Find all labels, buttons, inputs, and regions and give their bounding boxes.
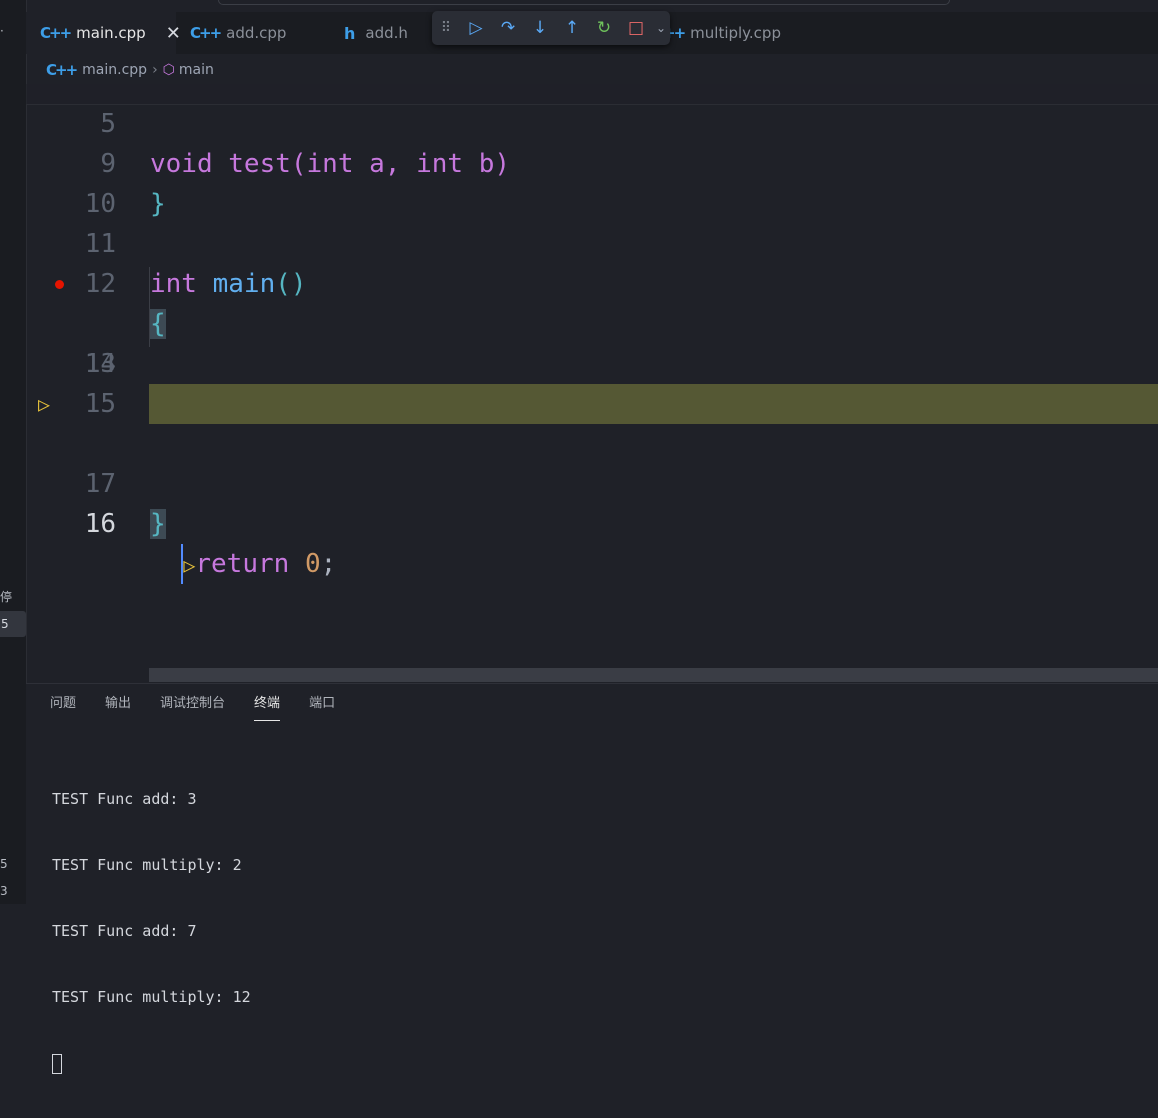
strip-text: 5 [0, 857, 8, 871]
strip-badge[interactable]: 5 [0, 611, 26, 637]
tab-multiply-cpp[interactable]: C++ multiply.cpp [654, 12, 781, 54]
code-line: 9 } [26, 104, 1158, 219]
current-execution-line: ▷ 16 ▷return 0; [26, 384, 1158, 584]
terminal-line: TEST Func multiply: 12 [52, 988, 251, 1006]
step-over-icon[interactable]: ↷ [492, 18, 524, 38]
chevron-right-icon: › [152, 62, 158, 78]
terminal-output[interactable]: TEST Func add: 3 TEST Func multiply: 2 T… [52, 744, 251, 1118]
continue-icon[interactable]: ▷ [460, 18, 492, 38]
terminal-line: TEST Func add: 7 [52, 922, 197, 940]
code-editor[interactable]: 5 void test(int a, int b) 9 } 10 11 int … [26, 84, 1158, 668]
inline-arrow-icon: ▷ [183, 553, 196, 577]
code-line: 12 { [26, 224, 1158, 339]
code-line: 11 int main() [26, 184, 1158, 299]
brace: } [150, 509, 166, 539]
tab-label: add.cpp [226, 24, 287, 42]
code-line: 13 test(a: 1, b: 2); [26, 264, 1158, 419]
strip-text: 3 [0, 884, 8, 898]
tab-output[interactable]: 输出 [105, 684, 131, 720]
sticky-scroll-shadow [26, 84, 1158, 105]
line-number: 17 [84, 469, 116, 499]
terminal-cursor [52, 1053, 62, 1074]
breadcrumb-file[interactable]: C++ main.cpp [46, 61, 147, 79]
close-icon[interactable]: ✕ [166, 23, 181, 44]
indent-guide [149, 267, 150, 347]
debug-toolbar: ⠿ ▷ ↷ ↓ ↑ ↻ □ ⌄ [432, 11, 670, 45]
code-line: 17 } [26, 424, 1158, 539]
activity-strip: · 停 5 5 3 [0, 0, 27, 904]
terminal-line: TEST Func multiply: 2 [52, 856, 242, 874]
debug-arrow-icon: ▷ [38, 392, 51, 416]
header-file-icon: h [344, 23, 356, 43]
tab-add-h[interactable]: h add.h [344, 12, 408, 54]
breakpoint[interactable] [39, 264, 64, 304]
cpp-file-icon: C++ [46, 61, 78, 79]
tab-debug-console[interactable]: 调试控制台 [160, 684, 225, 720]
restart-icon[interactable]: ↻ [588, 18, 620, 38]
tab-label: add.h [365, 24, 408, 42]
strip-text: · [0, 24, 4, 38]
chevron-down-icon[interactable]: ⌄ [652, 21, 670, 35]
grip-icon[interactable]: ⠿ [432, 20, 460, 36]
tab-problems[interactable]: 问题 [50, 684, 76, 720]
tab-ports[interactable]: 端口 [309, 684, 335, 720]
breadcrumb-symbol-label: main [178, 62, 214, 78]
cube-icon: ⬡ [162, 62, 175, 78]
code-line: 14 test(a: 3, b: 4); [26, 304, 1158, 419]
tab-label: multiply.cpp [690, 24, 781, 42]
code-line: 15 [26, 344, 1158, 419]
terminal-line: TEST Func add: 3 [52, 790, 197, 808]
tab-label: main.cpp [76, 24, 146, 42]
execution-highlight [149, 384, 1158, 424]
tab-main-cpp[interactable]: C++ main.cpp ✕ [26, 12, 181, 54]
tab-terminal[interactable]: 终端 [254, 684, 281, 721]
code-line: 10 [26, 144, 1158, 219]
panel-tabs: 问题 输出 调试控制台 终端 端口 [50, 684, 364, 721]
cpp-file-icon: C++ [190, 24, 222, 42]
command-center-edge [218, 0, 950, 5]
breadcrumb-file-label: main.cpp [82, 62, 148, 78]
number: 0 [304, 549, 321, 579]
keyword: return [195, 549, 290, 579]
breadcrumb: C++ main.cpp › ⬡ main [46, 57, 214, 83]
stop-icon[interactable]: □ [620, 18, 652, 38]
cpp-file-icon: C++ [40, 24, 72, 42]
step-into-icon[interactable]: ↓ [524, 18, 556, 38]
breakpoint-dot-icon [55, 280, 64, 289]
strip-text: 停 [0, 590, 13, 604]
breadcrumb-symbol[interactable]: ⬡ main [163, 62, 214, 78]
horizontal-scrollbar[interactable] [149, 668, 1158, 682]
step-out-icon[interactable]: ↑ [556, 18, 588, 38]
tab-add-cpp[interactable]: C++ add.cpp [190, 12, 286, 54]
bottom-panel: 问题 输出 调试控制台 终端 端口 TEST Func add: 3 TEST … [26, 683, 1158, 1074]
